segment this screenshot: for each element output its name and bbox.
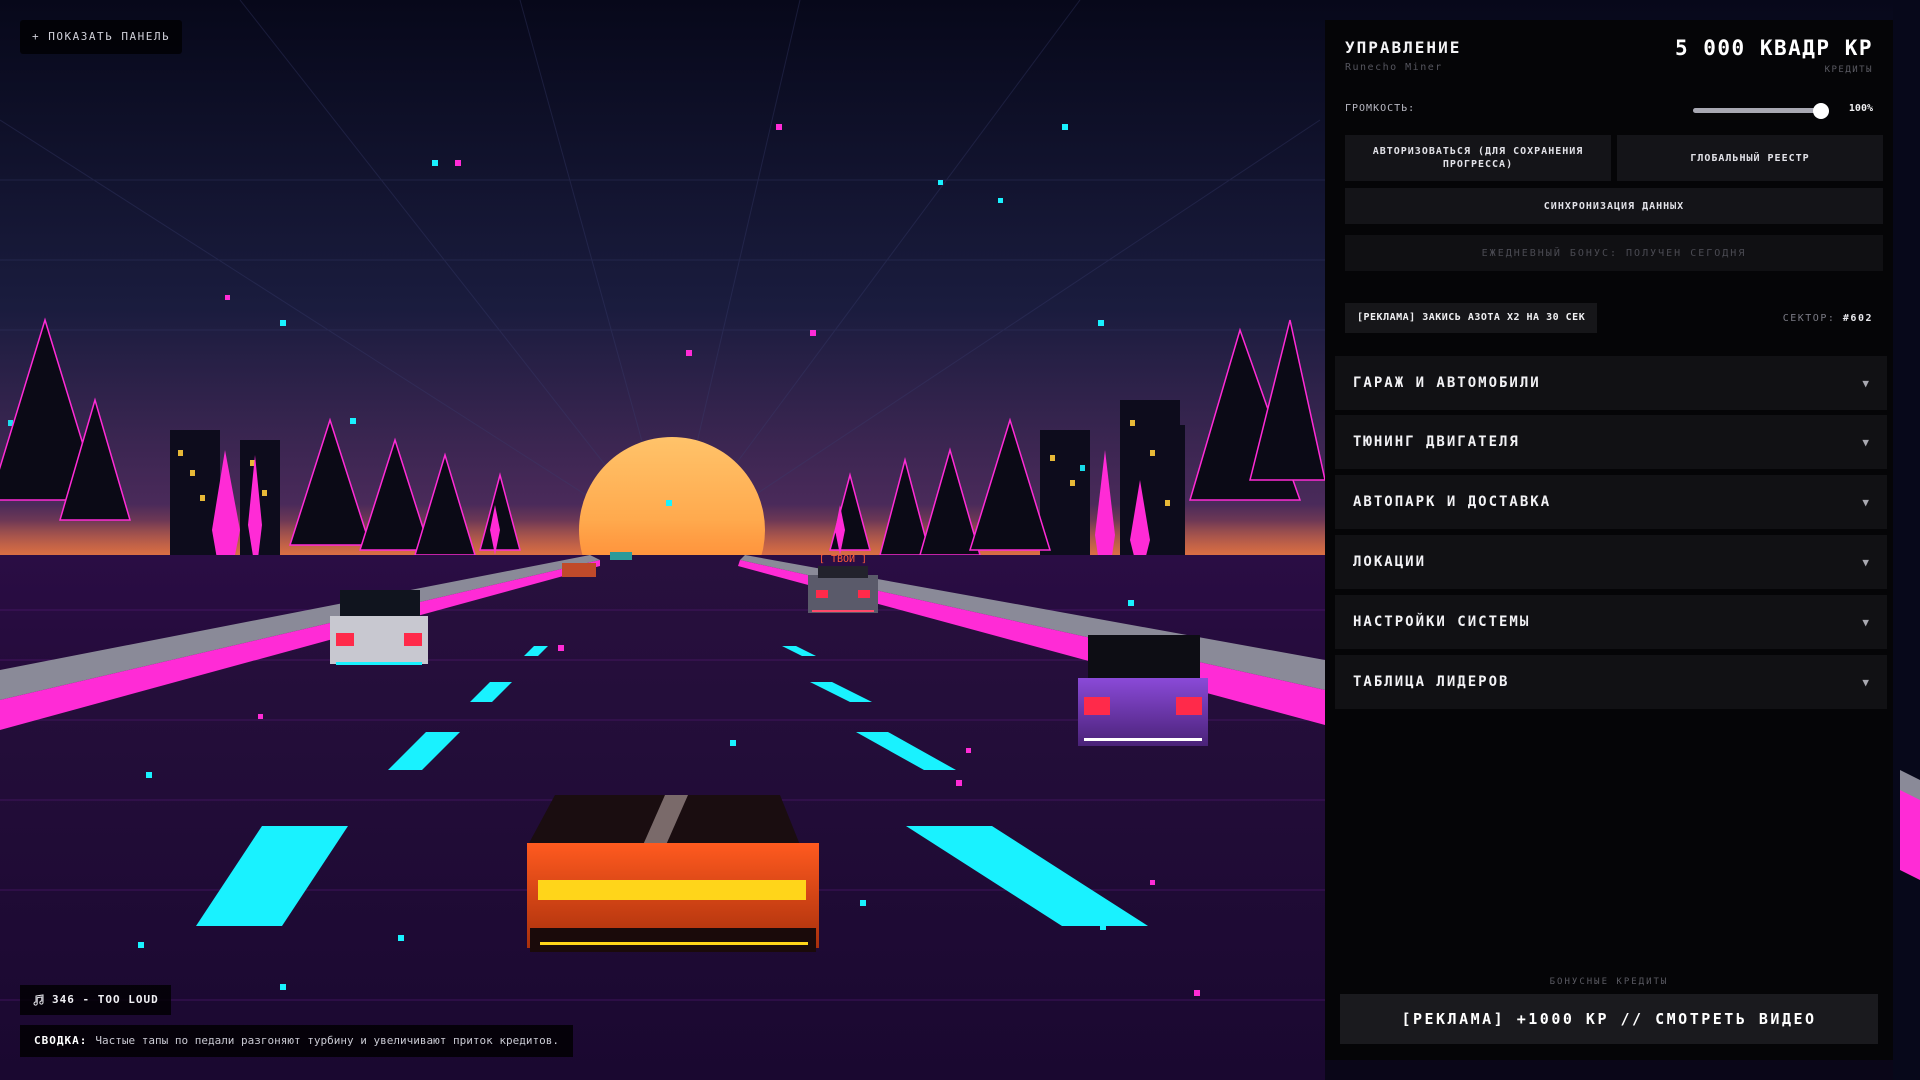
- chevron-down-icon: ▼: [1862, 435, 1869, 449]
- section-label: ГАРАЖ И АВТОМОБИЛИ: [1353, 375, 1541, 391]
- summary-text: Частые тапы по педали разгоняют турбину …: [95, 1034, 559, 1047]
- track-label: 346 - TOO LOUD: [52, 993, 159, 1006]
- summary-box: СВОДКА: Частые тапы по педали разгоняют т…: [20, 1025, 573, 1057]
- volume-knob[interactable]: [1813, 103, 1829, 119]
- section-label: ТЮНИНГ ДВИГАТЕЛЯ: [1353, 434, 1520, 450]
- volume-row: ГРОМКОСТЬ: 100%: [1345, 98, 1873, 122]
- player-car: [527, 795, 819, 952]
- nitro-ad-button[interactable]: [РЕКЛАМА] ЗАКИСЬ АЗОТА X2 НА 30 СЕК: [1345, 303, 1598, 333]
- panel-subtitle: Runecho Miner: [1345, 62, 1443, 73]
- panel-title: УПРАВЛЕНИЕ: [1345, 38, 1462, 57]
- volume-value: 100%: [1848, 103, 1873, 114]
- watch-video-ad-button[interactable]: [РЕКЛАМА] +1000 КР // СМОТРЕТЬ ВИДЕО: [1340, 994, 1878, 1044]
- sector-value: #602: [1842, 313, 1873, 324]
- section-label: ЛОКАЦИИ: [1353, 554, 1427, 570]
- daily-bonus-button: ЕЖЕДНЕВНЫЙ БОНУС: ПОЛУЧЕН СЕГОДНЯ: [1345, 235, 1883, 271]
- volume-slider[interactable]: [1693, 103, 1829, 119]
- credits-value: 5 000 КВАДР КР: [1674, 36, 1873, 60]
- volume-label: ГРОМКОСТЬ:: [1345, 103, 1416, 114]
- section-fleet-delivery[interactable]: АВТОПАРК И ДОСТАВКА ▼: [1335, 475, 1887, 529]
- rival-car: [808, 566, 878, 613]
- data-sync-button[interactable]: СИНХРОНИЗАЦИЯ ДАННЫХ: [1345, 188, 1883, 224]
- section-label: НАСТРОЙКИ СИСТЕМЫ: [1353, 614, 1531, 630]
- chevron-down-icon: ▼: [1862, 495, 1869, 509]
- chevron-down-icon: ▼: [1862, 615, 1869, 629]
- credits-label: КРЕДИТЫ: [1824, 65, 1873, 75]
- section-engine-tuning[interactable]: ТЮНИНГ ДВИГАТЕЛЯ ▼: [1335, 415, 1887, 469]
- section-locations[interactable]: ЛОКАЦИИ ▼: [1335, 535, 1887, 589]
- section-system-settings[interactable]: НАСТРОЙКИ СИСТЕМЫ ▼: [1335, 595, 1887, 649]
- panel-header: УПРАВЛЕНИЕ Runecho Miner 5 000 КВАДР КР …: [1345, 36, 1873, 88]
- bonus-credits-label: БОНУСНЫЕ КРЕДИТЫ: [1549, 977, 1669, 987]
- section-garage[interactable]: ГАРАЖ И АВТОМОБИЛИ ▼: [1335, 356, 1887, 410]
- sector-label: СЕКТОР:: [1782, 313, 1836, 324]
- auth-button[interactable]: АВТОРИЗОВАТЬСЯ (ДЛЯ СОХРАНЕНИЯ ПРОГРЕССА…: [1345, 135, 1611, 181]
- music-note-icon: [33, 994, 44, 1006]
- traffic-car-left: [330, 590, 428, 665]
- global-registry-button[interactable]: ГЛОБАЛЬНЫЙ РЕЕСТР: [1617, 135, 1883, 181]
- section-label: ТАБЛИЦА ЛИДЕРОВ: [1353, 674, 1510, 690]
- volume-fill: [1693, 108, 1821, 113]
- section-leaderboard[interactable]: ТАБЛИЦА ЛИДЕРОВ ▼: [1335, 655, 1887, 709]
- control-panel: УПРАВЛЕНИЕ Runecho Miner 5 000 КВАДР КР …: [1325, 20, 1893, 1060]
- chevron-down-icon: ▼: [1862, 675, 1869, 689]
- sector-indicator: СЕКТОР: #602: [1783, 313, 1873, 324]
- summary-title: СВОДКА:: [34, 1034, 88, 1047]
- show-panel-button[interactable]: + ПОКАЗАТЬ ПАНЕЛЬ: [20, 20, 183, 54]
- chevron-down-icon: ▼: [1862, 376, 1869, 390]
- now-playing: 346 - TOO LOUD: [20, 985, 171, 1015]
- chevron-down-icon: ▼: [1862, 555, 1869, 569]
- rival-tag: [ ТВОЙ ]: [819, 552, 867, 565]
- traffic-car-right: [1078, 635, 1208, 746]
- section-label: АВТОПАРК И ДОСТАВКА: [1353, 494, 1552, 510]
